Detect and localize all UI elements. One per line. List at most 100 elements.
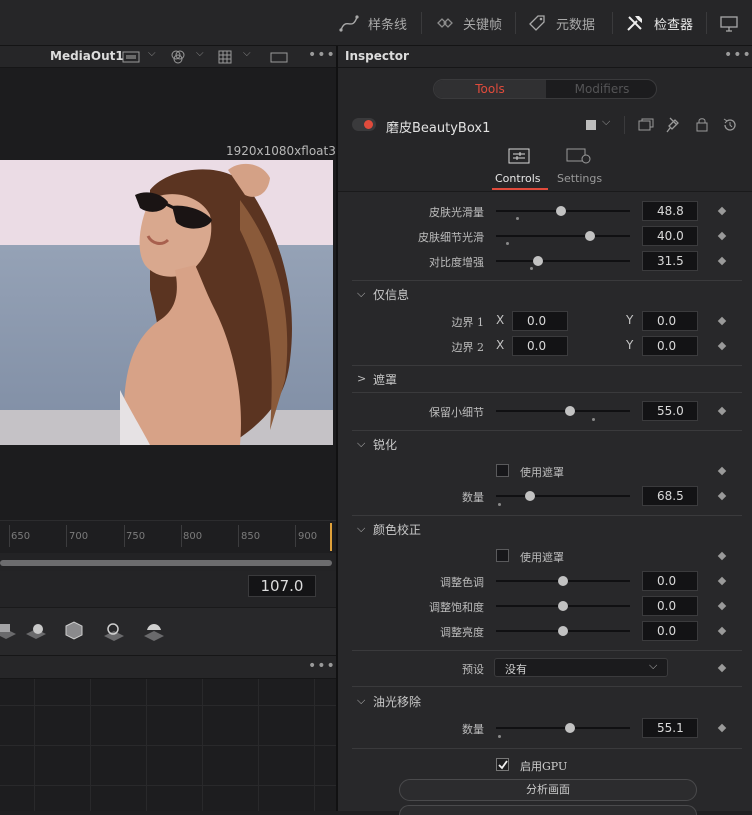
3d-box-icon[interactable] xyxy=(60,618,88,644)
keyframe-diamond-icon[interactable] xyxy=(717,663,727,673)
time-ruler[interactable]: 650 700 750 800 850 900 xyxy=(0,520,336,553)
slider-knob[interactable] xyxy=(558,626,568,636)
keyframe-diamond-icon[interactable] xyxy=(717,723,727,733)
keyframe-diamond-icon[interactable] xyxy=(717,206,727,216)
color-section-header[interactable]: 颜色校正 xyxy=(373,521,421,538)
scrub-bar-track[interactable] xyxy=(0,553,336,571)
chevron-down-icon[interactable]: ⌵ xyxy=(357,287,365,301)
chevron-right-icon[interactable]: > xyxy=(357,372,366,385)
scrub-bar[interactable] xyxy=(0,560,332,566)
slider-knob[interactable] xyxy=(533,256,544,266)
keyframes-button[interactable]: 关键帧 xyxy=(433,0,502,46)
next-button-edge[interactable] xyxy=(399,805,697,815)
keyframe-diamond-icon[interactable] xyxy=(717,341,727,351)
sub-tab-settings[interactable]: Settings xyxy=(554,146,610,192)
3d-sphere-icon[interactable] xyxy=(22,618,50,644)
keyframe-diamond-icon[interactable] xyxy=(717,316,727,326)
hue-value[interactable]: 0.0 xyxy=(642,571,698,591)
keyframe-diamond-icon[interactable] xyxy=(717,406,727,416)
metadata-button[interactable]: 元数据 xyxy=(526,0,595,46)
chevron-down-icon[interactable]: ⌵ xyxy=(148,48,156,59)
analyze-button[interactable]: 分析画面 xyxy=(399,779,697,801)
reset-icon[interactable] xyxy=(722,117,738,133)
spline-button[interactable]: 样条线 xyxy=(338,0,407,46)
grid-icon[interactable] xyxy=(218,50,232,64)
inspector-options-icon[interactable]: ••• xyxy=(724,47,752,63)
sharpen-section-header[interactable]: 锐化 xyxy=(373,436,397,453)
slider-knob[interactable] xyxy=(558,601,568,611)
brightness-slider[interactable] xyxy=(496,626,630,636)
analysis-section-header[interactable]: 仅信息 xyxy=(373,286,409,303)
edge2-x-field[interactable]: 0.0 xyxy=(512,336,568,356)
slider-knob[interactable] xyxy=(558,576,568,586)
3d-tool-icon[interactable] xyxy=(0,618,20,644)
chevron-down-icon[interactable]: ⌵ xyxy=(357,694,365,708)
keep-detail-value[interactable]: 55.0 xyxy=(642,401,698,421)
slider-knob[interactable] xyxy=(556,206,567,216)
edge1-y-field[interactable]: 0.0 xyxy=(642,311,698,331)
view-lut-icon[interactable] xyxy=(122,51,140,63)
fullscreen-button[interactable] xyxy=(718,0,748,46)
chevron-down-icon[interactable]: ⌵ xyxy=(357,522,365,536)
hue-slider[interactable] xyxy=(496,576,630,586)
current-frame-field[interactable]: 107.0 xyxy=(248,575,316,597)
pin-icon[interactable] xyxy=(666,117,680,133)
sharpen-amount-slider[interactable] xyxy=(496,491,630,501)
edge2-y-field[interactable]: 0.0 xyxy=(642,336,698,356)
chevron-down-icon[interactable]: ⌵ xyxy=(357,437,365,451)
3d-render-icon[interactable] xyxy=(140,618,168,644)
playhead[interactable] xyxy=(330,523,332,551)
skin-detail-label: 皮肤细节光滑 xyxy=(418,231,484,244)
skin-smooth-slider[interactable] xyxy=(496,206,630,216)
chevron-down-icon[interactable]: ⌵ xyxy=(243,48,251,59)
tab-modifiers[interactable]: Modifiers xyxy=(546,80,656,98)
keep-detail-slider[interactable] xyxy=(496,406,630,416)
tab-tools[interactable]: Tools xyxy=(434,80,546,98)
keyframe-diamond-icon[interactable] xyxy=(717,576,727,586)
keyframe-diamond-icon[interactable] xyxy=(717,601,727,611)
viewer-options-icon[interactable]: ••• xyxy=(308,47,336,63)
keyframe-diamond-icon[interactable] xyxy=(717,551,727,561)
contrast-value[interactable]: 31.5 xyxy=(642,251,698,271)
node-enable-toggle[interactable] xyxy=(352,118,376,131)
saturation-slider[interactable] xyxy=(496,601,630,611)
slider-knob[interactable] xyxy=(524,491,535,501)
gpu-checkbox[interactable] xyxy=(496,758,509,771)
edge1-x-field[interactable]: 0.0 xyxy=(512,311,568,331)
checkmark-icon xyxy=(498,760,508,770)
skin-detail-value[interactable]: 40.0 xyxy=(642,226,698,246)
3d-light-icon[interactable] xyxy=(100,618,128,644)
slider-knob[interactable] xyxy=(584,231,595,241)
chevron-down-icon[interactable]: ⌵ xyxy=(602,115,610,129)
keyframe-diamond-icon[interactable] xyxy=(717,231,727,241)
sharpen-use-mask-checkbox[interactable] xyxy=(496,464,509,477)
color-channels-icon[interactable] xyxy=(170,49,186,65)
mask-section-header[interactable]: 遮罩 xyxy=(373,371,397,388)
versions-icon[interactable] xyxy=(638,118,654,132)
node-color-swatch[interactable] xyxy=(586,120,596,130)
skin-detail-slider[interactable] xyxy=(496,231,630,241)
slider-knob[interactable] xyxy=(564,406,575,416)
slider-knob[interactable] xyxy=(564,723,575,733)
node-editor-grid[interactable] xyxy=(0,679,336,811)
contrast-slider[interactable] xyxy=(496,256,630,266)
shine-amount-slider[interactable] xyxy=(496,723,630,733)
node-options-icon[interactable]: ••• xyxy=(308,658,336,674)
preset-select[interactable]: 没有 ⌵ xyxy=(494,658,668,677)
skin-smooth-value[interactable]: 48.8 xyxy=(642,201,698,221)
keyframe-diamond-icon[interactable] xyxy=(717,626,727,636)
sub-tab-controls[interactable]: Controls xyxy=(492,146,548,192)
saturation-value[interactable]: 0.0 xyxy=(642,596,698,616)
color-use-mask-checkbox[interactable] xyxy=(496,549,509,562)
aspect-icon[interactable] xyxy=(270,52,288,63)
sharpen-amount-value[interactable]: 68.5 xyxy=(642,486,698,506)
brightness-value[interactable]: 0.0 xyxy=(642,621,698,641)
keyframe-diamond-icon[interactable] xyxy=(717,256,727,266)
keyframe-diamond-icon[interactable] xyxy=(717,466,727,476)
shine-amount-value[interactable]: 55.1 xyxy=(642,718,698,738)
chevron-down-icon[interactable]: ⌵ xyxy=(196,48,204,59)
keyframe-diamond-icon[interactable] xyxy=(717,491,727,501)
inspector-toolbar-button[interactable]: 检查器 xyxy=(624,0,693,46)
shine-section-header[interactable]: 油光移除 xyxy=(373,693,421,710)
lock-icon[interactable] xyxy=(696,117,708,132)
